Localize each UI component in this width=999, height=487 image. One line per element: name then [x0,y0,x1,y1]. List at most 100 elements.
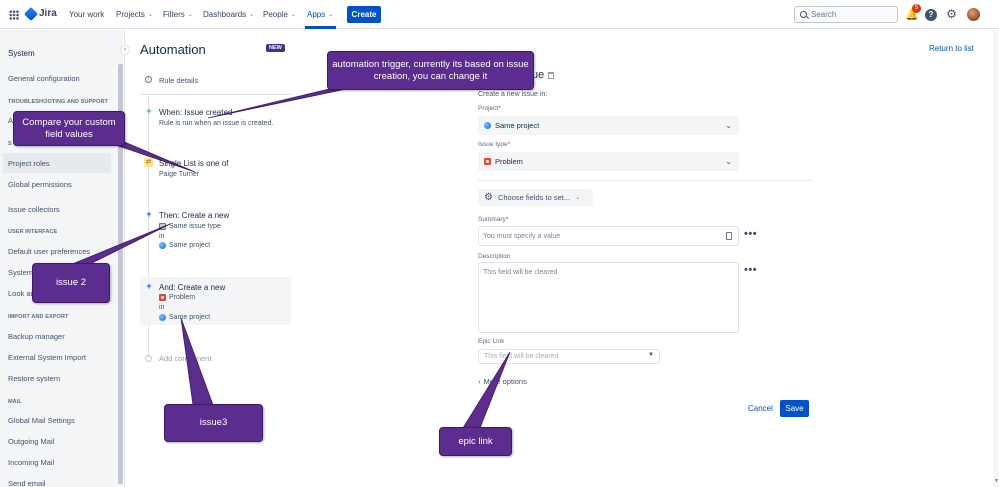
app-switcher-icon[interactable] [9,10,19,20]
form-title: ue [532,69,555,81]
issue2-callout: issue 2 [32,263,110,303]
sidebar-item-global-mail-settings[interactable]: Global Mail Settings [8,416,75,425]
chevron-down-icon: ⌄ [249,12,255,18]
more-options-toggle[interactable]: › More options [478,377,527,386]
save-button[interactable]: Save [780,400,809,417]
help-icon[interactable]: ? [925,9,937,21]
action1-type-text: Same issue type [169,223,221,230]
action-plus-icon[interactable]: + [145,210,153,219]
sidebar-item-issue-collectors[interactable]: Issue collectors [8,205,60,214]
nav-people[interactable]: People ⌄ [263,10,296,19]
sidebar-item-default-user-preferences[interactable]: Default user preferences [8,247,90,256]
summary-label-text: Summary [478,216,506,223]
new-badge: NEW [266,44,285,52]
problem-icon [484,158,491,165]
sidebar-section-import-export: IMPORT AND EXPORT [8,314,69,320]
return-to-list-link[interactable]: Return to list [929,44,974,53]
add-component-link[interactable]: Add component [159,354,212,363]
condition-step-title[interactable]: Single List is one of [159,159,228,168]
nav-your-work[interactable]: Your work [69,10,104,19]
sidebar-item-global-permissions[interactable]: Global permissions [8,180,72,189]
action2-in-text: in [159,304,165,311]
chevron-down-icon: ⌄ [290,12,296,18]
sidebar-item-incoming-mail[interactable]: Incoming Mail [8,458,54,467]
sidebar-item-backup-manager[interactable]: Backup manager [8,332,65,341]
epic-link-placeholder: This field will be cleared [484,353,559,360]
action-plus-icon[interactable]: + [145,282,153,291]
rule-details-link[interactable]: Rule details [159,76,198,85]
sidebar-section-troubleshooting: TROUBLESHOOTING AND SUPPORT [8,99,108,105]
search-input[interactable]: Search [794,6,898,23]
choose-fields-button[interactable]: ⚙ Choose fields to set... ⌄ [478,189,593,206]
required-asterisk: * [505,216,509,223]
issue-type-select[interactable]: Problem ⌄ [478,152,739,171]
action1-step-title[interactable]: Then: Create a new [159,211,229,220]
sidebar-section-security: S [8,141,12,147]
nav-label: Projects [116,10,145,19]
summary-placeholder: You must specify a value [483,233,561,240]
sidebar-section-user-interface: USER INTERFACE [8,229,58,235]
search-placeholder: Search [811,10,837,19]
sidebar-item-system[interactable]: System [8,268,33,277]
issue-type-icon [159,223,166,230]
epic-link-select[interactable]: This field will be cleared ▼ [478,349,660,364]
description-more-icon[interactable]: ••• [744,264,757,276]
sidebar-item-outgoing-mail[interactable]: Outgoing Mail [8,437,54,446]
choose-fields-label: Choose fields to set... [497,193,571,202]
sidebar-item-external-system-import[interactable]: External System Import [8,353,86,362]
action1-project: Same project [159,242,210,249]
search-icon [800,11,807,18]
caret-down-icon: ▼ [648,352,654,358]
scroll-down-arrow-icon[interactable]: ▼ [994,478,999,484]
rule-divider [140,94,291,95]
create-button[interactable]: Create [347,6,381,23]
user-avatar[interactable] [967,8,980,21]
project-icon [159,242,166,249]
nav-apps[interactable]: Apps ⌄ [307,10,333,19]
project-select[interactable]: Same project ⌄ [478,116,739,135]
chevron-down-icon: ⌄ [187,12,193,18]
summary-more-icon[interactable]: ••• [744,228,757,240]
chevron-down-icon: ⌄ [725,157,732,166]
logo-text: Jira [39,8,57,19]
add-component-dot-icon [145,355,152,362]
chevron-right-icon: › [478,377,481,386]
description-textarea[interactable]: This field will be cleared [478,262,739,333]
collapse-sidebar-chevron-icon[interactable]: ‹ [120,45,130,55]
nav-filters[interactable]: Filters ⌄ [163,10,193,19]
jira-logo[interactable]: Jira [23,6,57,21]
delete-trash-icon[interactable] [548,71,555,79]
project-icon [159,314,166,321]
action2-step-title[interactable]: And: Create a new [159,283,225,292]
trigger-plus-icon[interactable]: + [145,107,153,116]
required-asterisk: * [498,105,501,112]
nav-label: Filters [163,10,185,19]
problem-icon [159,294,166,301]
trigger-step-title[interactable]: When: Issue created [159,108,232,117]
sidebar-item-restore-system[interactable]: Restore system [8,374,60,383]
sidebar-item-project-roles[interactable]: Project roles [8,159,50,168]
cancel-button[interactable]: Cancel [748,404,773,413]
page-title: Automation [140,42,206,57]
project-label-text: Project [478,105,499,112]
nav-projects[interactable]: Projects ⌄ [116,10,153,19]
action2-in: in [159,304,164,311]
info-icon: i [145,76,152,83]
condition-icon: ⇄ [144,158,153,167]
nav-dashboards[interactable]: Dashboards ⌄ [203,10,254,19]
nav-label: Your work [69,10,105,19]
condition-step-value: Paige Turner [159,171,199,178]
sidebar-divider [124,30,125,487]
sidebar-item-look-and-feel[interactable]: Look an [8,289,35,298]
nav-label: Dashboards [203,10,247,19]
epic-link-label: Epic Link [478,338,505,345]
action2-project-text: Same project [169,314,211,321]
sidebar-item-general-configuration[interactable]: General configuration [8,74,80,83]
sidebar-item-send-email[interactable]: Send email [8,479,46,487]
action2-issue-type: Problem [159,294,195,301]
page-scrollbar[interactable] [993,30,999,487]
chevron-down-icon: ⌄ [575,195,581,201]
summary-input[interactable]: You must specify a value [478,226,739,246]
field-reference-icon[interactable] [726,232,732,240]
settings-gear-icon[interactable]: ⚙ [945,8,958,21]
